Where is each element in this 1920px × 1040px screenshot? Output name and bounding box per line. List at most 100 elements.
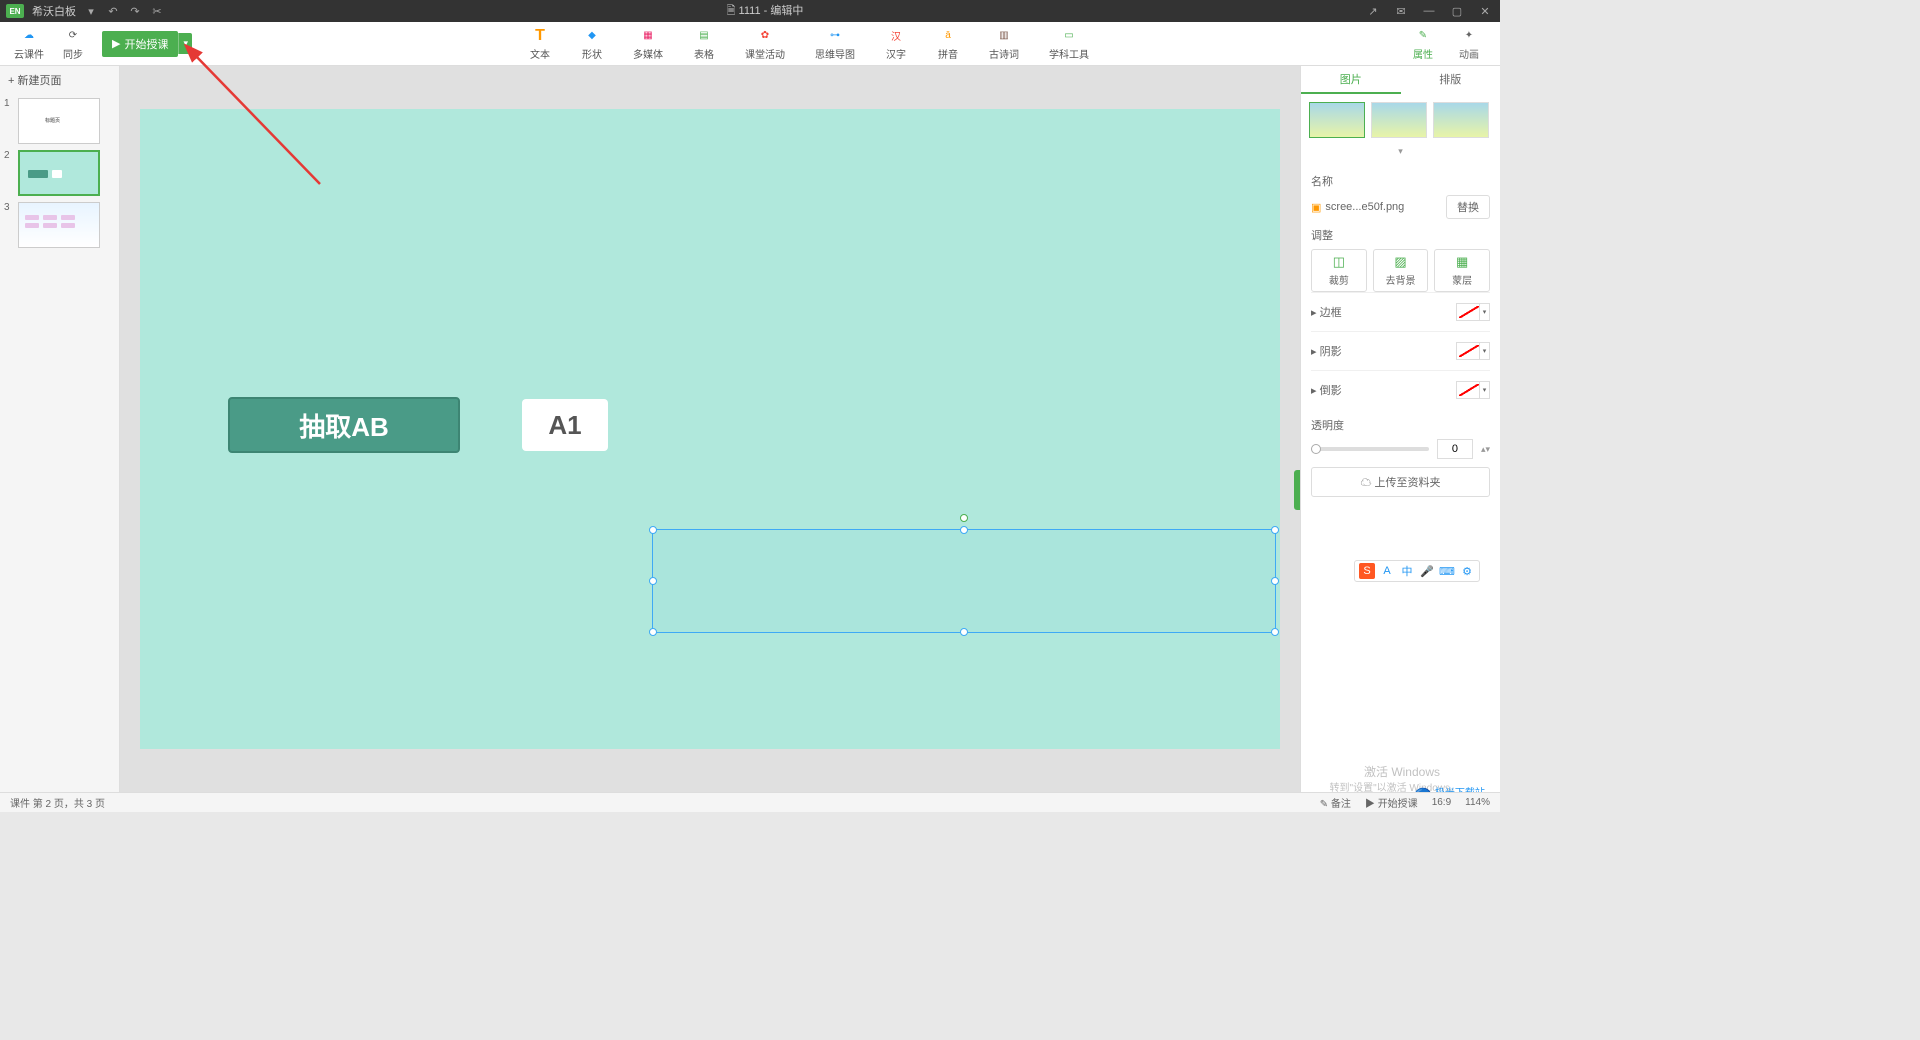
app-name: 希沃白板 [32, 3, 76, 19]
resize-handle[interactable] [1271, 628, 1279, 636]
share-icon[interactable]: ↗ [1366, 4, 1380, 18]
media-tool[interactable]: ▦多媒体 [633, 27, 663, 61]
notes-button[interactable]: ✎ 备注 [1320, 795, 1351, 810]
shape-tool[interactable]: ◆形状 [581, 27, 603, 61]
resize-handle[interactable] [649, 526, 657, 534]
pinyin-tool[interactable]: ā拼音 [937, 27, 959, 61]
border-value[interactable]: ▾ [1456, 303, 1490, 321]
a1-label[interactable]: A1 [522, 399, 608, 451]
maximize-icon[interactable]: ▢ [1450, 4, 1464, 18]
subtab-image[interactable]: 图片 [1301, 66, 1401, 94]
ime-logo-icon[interactable]: S [1359, 563, 1375, 579]
aspect-ratio[interactable]: 16:9 [1432, 797, 1451, 808]
poem-tool[interactable]: ▥古诗词 [989, 27, 1019, 61]
image-style-2[interactable] [1371, 102, 1427, 138]
hanzi-tool[interactable]: 汉汉字 [885, 27, 907, 61]
statusbar: 课件 第 2 页，共 3 页 ✎ 备注 ▶ 开始授课 16:9 114% [0, 792, 1500, 812]
crop-button[interactable]: ◫裁剪 [1311, 249, 1367, 292]
mindmap-tool[interactable]: ⊶思维导图 [815, 27, 855, 61]
slide-thumb-1[interactable]: 标题页 [18, 98, 100, 144]
panel-toggle-handle[interactable] [1294, 470, 1300, 510]
draw-ab-button[interactable]: 抽取AB [228, 397, 460, 453]
properties-panel: 图片 排版 ▾ 名称 ▣ scree...e50f.png 替换 调整 ◫裁剪 … [1300, 66, 1500, 792]
table-icon: ▤ [693, 27, 715, 45]
page-info: 课件 第 2 页，共 3 页 [10, 795, 105, 810]
removebg-button[interactable]: ▨去背景 [1373, 249, 1429, 292]
new-page-button[interactable]: + 新建页面 [0, 66, 119, 94]
poem-icon: ▥ [993, 27, 1015, 45]
undo-icon[interactable]: ↶ [106, 4, 120, 18]
reflection-property[interactable]: ▸ 倒影 ▾ [1311, 370, 1490, 409]
thumb-number: 3 [4, 202, 14, 248]
titlebar: EN 希沃白板 ▾ ↶ ↷ ✂ 🗎 1111 - 编辑中 ↗ ✉ — ▢ ✕ [0, 0, 1500, 22]
resize-handle[interactable] [1271, 577, 1279, 585]
mask-button[interactable]: ▦蒙层 [1434, 249, 1490, 292]
name-label: 名称 [1311, 173, 1490, 189]
filename-display: ▣ scree...e50f.png [1311, 201, 1440, 214]
start-class-button[interactable]: ▶ 开始授课 [102, 31, 178, 57]
properties-tab[interactable]: ✎属性 [1412, 26, 1434, 61]
shape-icon: ◆ [581, 27, 603, 45]
minimize-icon[interactable]: — [1422, 4, 1436, 18]
start-class-status[interactable]: ▶ 开始授课 [1365, 795, 1418, 810]
ime-lang[interactable]: 中 [1399, 563, 1415, 579]
subject-tool[interactable]: ▭学科工具 [1049, 27, 1089, 61]
opacity-input[interactable] [1437, 439, 1473, 459]
play-icon: ▶ [112, 37, 120, 50]
resize-handle[interactable] [649, 628, 657, 636]
canvas-area[interactable]: 抽取AB A1 [120, 66, 1300, 792]
thumb-number: 2 [4, 150, 14, 196]
cloud-icon: ☁ [18, 27, 40, 45]
toolbar: ☁ 云课件 ⟳ 同步 ▶ 开始授课 ▾ T文本 ◆形状 ▦多媒体 ▤表格 ✿课堂… [0, 22, 1500, 66]
ime-letter[interactable]: A [1379, 563, 1395, 579]
resize-handle[interactable] [1271, 526, 1279, 534]
ime-toolbar[interactable]: S A 中 🎤 ⌨ ⚙ [1354, 560, 1480, 582]
subtab-layout[interactable]: 排版 [1401, 66, 1501, 94]
mail-icon[interactable]: ✉ [1394, 4, 1408, 18]
ime-keyboard-icon[interactable]: ⌨ [1439, 563, 1455, 579]
resize-handle[interactable] [649, 577, 657, 585]
brush-icon: ✎ [1412, 26, 1434, 44]
slide-thumb-2[interactable] [18, 150, 100, 196]
cut-icon[interactable]: ✂ [150, 4, 164, 18]
doc-title: 🗎 1111 - 编辑中 [727, 5, 804, 17]
ime-mic-icon[interactable]: 🎤 [1419, 563, 1435, 579]
reflection-value[interactable]: ▾ [1456, 381, 1490, 399]
text-tool[interactable]: T文本 [529, 27, 551, 61]
ime-settings-icon[interactable]: ⚙ [1459, 563, 1475, 579]
mindmap-icon: ⊶ [824, 27, 846, 45]
redo-icon[interactable]: ↷ [128, 4, 142, 18]
slide[interactable]: 抽取AB A1 [140, 109, 1280, 749]
replace-button[interactable]: 替换 [1446, 195, 1490, 219]
border-property[interactable]: ▸ 边框 ▾ [1311, 292, 1490, 331]
close-icon[interactable]: ✕ [1478, 4, 1492, 18]
slide-panel: + 新建页面 1 标题页 2 3 [0, 66, 120, 792]
image-style-3[interactable] [1433, 102, 1489, 138]
cloud-courseware-button[interactable]: ☁ 云课件 [14, 27, 44, 61]
table-tool[interactable]: ▤表格 [693, 27, 715, 61]
slide-thumb-3[interactable] [18, 202, 100, 248]
image-style-1[interactable] [1309, 102, 1365, 138]
sparkle-icon: ✦ [1458, 26, 1480, 44]
activity-tool[interactable]: ✿课堂活动 [745, 27, 785, 61]
rotate-handle[interactable] [960, 514, 968, 522]
animation-tab[interactable]: ✦动画 [1458, 26, 1480, 61]
more-styles[interactable]: ▾ [1301, 146, 1500, 157]
start-class-dropdown[interactable]: ▾ [178, 33, 192, 54]
shadow-value[interactable]: ▾ [1456, 342, 1490, 360]
selection-box[interactable] [652, 529, 1276, 633]
image-icon: ▣ [1311, 201, 1321, 214]
pinyin-icon: ā [937, 27, 959, 45]
resize-handle[interactable] [960, 628, 968, 636]
hanzi-icon: 汉 [885, 27, 907, 45]
resize-handle[interactable] [960, 526, 968, 534]
shadow-property[interactable]: ▸ 阴影 ▾ [1311, 331, 1490, 370]
zoom-level[interactable]: 114% [1465, 797, 1490, 808]
opacity-slider[interactable] [1311, 447, 1429, 451]
sync-icon: ⟳ [62, 27, 84, 45]
thumb-number: 1 [4, 98, 14, 144]
media-icon: ▦ [637, 27, 659, 45]
upload-button[interactable]: ☁ 上传至资料夹 [1311, 467, 1490, 497]
sync-button[interactable]: ⟳ 同步 [62, 27, 84, 61]
dropdown-icon[interactable]: ▾ [84, 4, 98, 18]
